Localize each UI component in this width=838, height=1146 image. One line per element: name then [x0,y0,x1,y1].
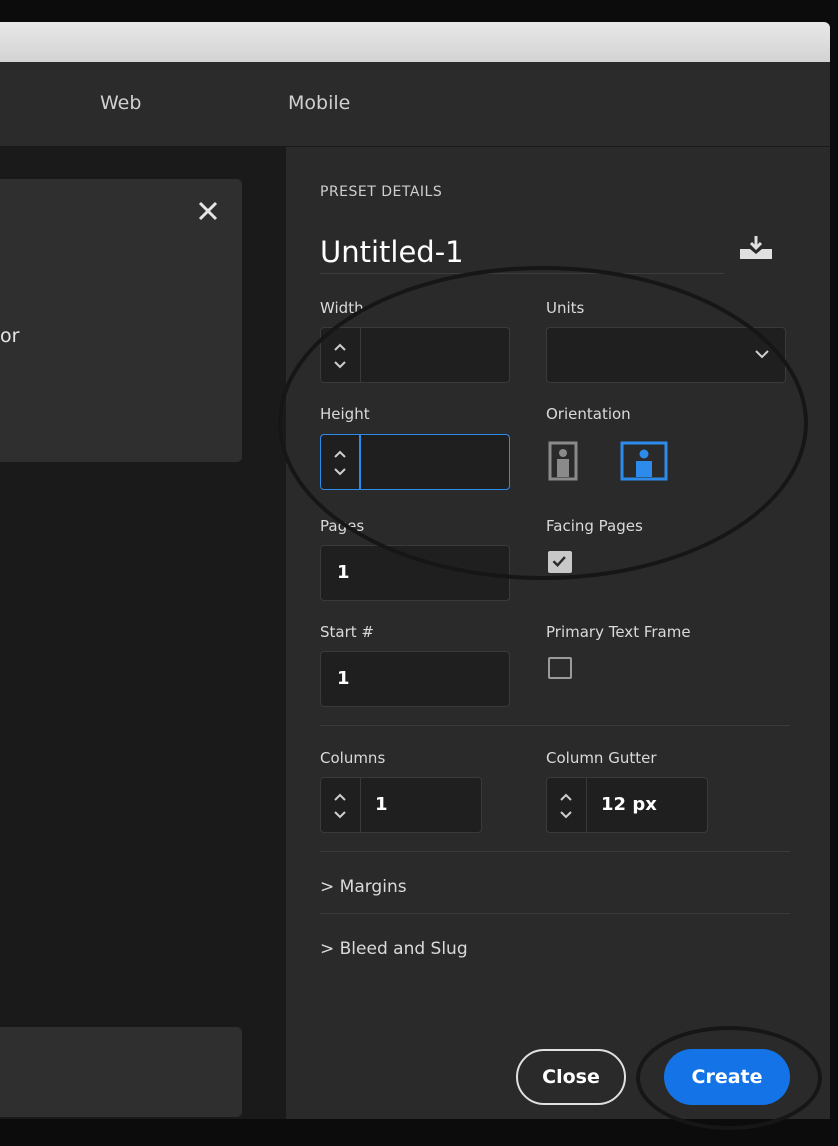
category-tabbar: Web Mobile [0,62,830,147]
pages-value: 1 [337,562,350,583]
primary-text-frame-label: Primary Text Frame [546,623,691,641]
start-page-value: 1 [337,668,350,689]
start-page-label: Start # [320,623,374,641]
save-preset-icon[interactable] [738,235,774,261]
bottom-card [0,1027,242,1117]
annotation-ellipse [636,1026,822,1130]
info-card: or [0,179,242,462]
annotation-ellipse [278,266,808,580]
gutter-stepper[interactable] [547,778,587,832]
app-frame: Web Mobile or PRESET DETAILS Untitled-1 … [0,0,838,1146]
chevron-up-icon[interactable] [333,792,347,802]
preset-list-area: or [0,147,286,1119]
close-button[interactable]: Close [516,1049,626,1105]
card-text: or [0,325,20,347]
document-name-field[interactable]: Untitled-1 [320,235,464,269]
primary-text-frame-checkbox[interactable] [548,657,572,679]
window-titlebar [0,22,830,62]
start-page-input[interactable]: 1 [320,651,510,707]
columns-stepper[interactable] [321,778,361,832]
chevron-up-icon[interactable] [559,792,573,802]
columns-label: Columns [320,749,386,767]
columns-input[interactable]: 1 [320,777,482,833]
section-divider [320,913,790,914]
bleed-slug-disclosure[interactable]: > Bleed and Slug [320,939,468,959]
column-gutter-label: Column Gutter [546,749,657,767]
columns-value: 1 [375,794,388,815]
panel-title: PRESET DETAILS [320,184,443,200]
section-divider [320,725,790,726]
section-divider [320,851,790,852]
column-gutter-input[interactable]: 12 px [546,777,708,833]
chevron-down-icon[interactable] [333,810,347,820]
tab-mobile[interactable]: Mobile [288,92,350,114]
chevron-down-icon[interactable] [559,810,573,820]
tab-web[interactable]: Web [100,92,141,114]
close-icon[interactable] [194,197,222,225]
column-gutter-value: 12 px [601,794,657,815]
margins-disclosure[interactable]: > Margins [320,877,407,897]
